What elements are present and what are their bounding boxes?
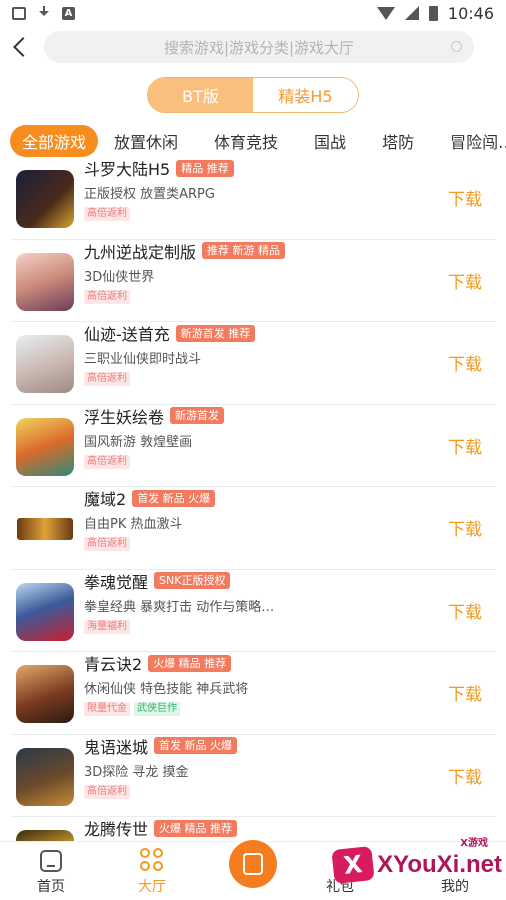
game-desc: 国风新游 敦煌壁画 bbox=[84, 434, 193, 450]
game-name: 龙腾传世 bbox=[84, 820, 149, 839]
image-notification-icon bbox=[12, 6, 26, 20]
game-tag: SNK正版授权 bbox=[154, 572, 231, 589]
game-tag: 火爆 精品 推荐 bbox=[148, 654, 232, 672]
bottom-nav: 首页 大厅 礼包 我的 X XYouXi.net X游戏 bbox=[0, 838, 506, 900]
nav-home[interactable]: 首页 bbox=[21, 850, 81, 896]
game-tag: 推荐 新游 精品 bbox=[202, 242, 286, 259]
game-icon-longteng bbox=[16, 830, 74, 841]
game-icon-jiuzhou bbox=[16, 252, 74, 311]
watermark: X XYouXi.net X游戏 bbox=[331, 838, 502, 884]
game-row[interactable]: 青云诀2 火爆 精品 推荐 休闲仙侠 特色技能 神兵武将 限量代金 武侠巨作 下… bbox=[10, 652, 496, 735]
game-desc: 正版授权 放置类ARPG bbox=[84, 187, 215, 202]
game-badge: 高倍返利 bbox=[84, 372, 130, 386]
download-button[interactable]: 下载 bbox=[448, 763, 482, 788]
game-icon-xianji bbox=[16, 335, 74, 393]
game-name: 仙迹-送首充 bbox=[84, 325, 170, 344]
game-name: 青云诀2 bbox=[84, 655, 143, 674]
wifi-icon bbox=[376, 6, 395, 20]
game-row[interactable]: 拳魂觉醒 SNK正版授权 拳皇经典 暴爽打击 动作与策略… 海量福利 下载 bbox=[10, 570, 496, 652]
version-toggle: BT版 精装H5 bbox=[147, 77, 359, 113]
game-name: 浮生妖绘卷 bbox=[84, 407, 165, 427]
download-button[interactable]: 下载 bbox=[448, 680, 482, 705]
game-badge: 海量福利 bbox=[84, 619, 130, 634]
game-tag: 火爆 精品 推荐 bbox=[154, 819, 238, 837]
download-button[interactable]: 下载 bbox=[448, 598, 482, 623]
game-icon-moyu bbox=[16, 500, 74, 558]
game-badge: 高倍返利 bbox=[84, 454, 130, 469]
game-desc: 拳皇经典 暴爽打击 动作与策略… bbox=[84, 599, 275, 615]
category-tab-adventure[interactable]: 冒险闯… bbox=[438, 125, 506, 157]
download-button[interactable]: 下载 bbox=[448, 433, 482, 458]
game-name: 拳魂觉醒 bbox=[84, 572, 149, 592]
download-button[interactable]: 下载 bbox=[448, 350, 482, 375]
game-name: 九州逆战定制版 bbox=[84, 242, 197, 262]
game-row[interactable]: 浮生妖绘卷 新游首发 国风新游 敦煌壁画 高倍返利 下载 bbox=[10, 405, 496, 487]
game-badge: 高倍返利 bbox=[84, 537, 130, 551]
download-button[interactable]: 下载 bbox=[448, 268, 482, 293]
download-button[interactable]: 下载 bbox=[448, 515, 482, 540]
game-list: 斗罗大陆H5 精品 推荐 正版授权 放置类ARPG 高倍返利 下载 九州逆战定制… bbox=[0, 157, 506, 841]
nav-hall[interactable]: 大厅 bbox=[122, 848, 182, 896]
game-desc: 3D仙侠世界 bbox=[84, 269, 155, 285]
game-row[interactable]: 仙迹-送首充 新游首发 推荐 三职业仙侠即时战斗 高倍返利 下载 bbox=[10, 322, 496, 405]
search-clear-icon[interactable] bbox=[451, 41, 462, 52]
nav-home-label: 首页 bbox=[37, 879, 65, 895]
game-row[interactable]: 魔域2 首发 新品 火爆 自由PK 热血激斗 高倍返利 下载 bbox=[10, 487, 496, 570]
game-tag: 新游首发 推荐 bbox=[175, 324, 256, 342]
game-tag: 首发 新品 火爆 bbox=[154, 737, 238, 754]
battery-icon bbox=[428, 5, 438, 21]
category-tab-war[interactable]: 国战 bbox=[302, 125, 358, 157]
category-tab-idle[interactable]: 放置休闲 bbox=[102, 125, 190, 157]
category-tabs: 全部游戏 放置休闲 体育竞技 国战 塔防 冒险闯… bbox=[0, 123, 506, 159]
game-name: 鬼语迷城 bbox=[84, 737, 149, 757]
game-row[interactable]: 九州逆战定制版 推荐 新游 精品 3D仙侠世界 高倍返利 下载 bbox=[10, 240, 496, 322]
nav-hall-label: 大厅 bbox=[138, 879, 166, 895]
game-row[interactable]: 斗罗大陆H5 精品 推荐 正版授权 放置类ARPG 高倍返利 下载 bbox=[10, 157, 496, 240]
signal-icon bbox=[404, 6, 419, 20]
grid-icon bbox=[140, 848, 164, 872]
watermark-text: XYouXi.net bbox=[377, 851, 502, 878]
coin-center-button[interactable] bbox=[229, 840, 277, 888]
game-tag: 精品 推荐 bbox=[176, 159, 234, 177]
tab-bt-version[interactable]: BT版 bbox=[148, 78, 253, 112]
home-icon bbox=[40, 850, 62, 872]
category-tab-sports[interactable]: 体育竞技 bbox=[202, 125, 290, 157]
game-icon-qingyun bbox=[16, 665, 74, 723]
game-icon-quanhun bbox=[16, 582, 74, 641]
game-badge: 限量代金 bbox=[84, 702, 130, 716]
game-badge: 武侠巨作 bbox=[134, 702, 180, 716]
download-notification-icon bbox=[38, 6, 50, 20]
app-notification-icon: A bbox=[62, 6, 75, 20]
game-row[interactable]: 鬼语迷城 首发 新品 火爆 3D探险 寻龙 摸金 高倍返利 下载 bbox=[10, 735, 496, 817]
search-placeholder: 搜索游戏|游戏分类|游戏大厅 bbox=[163, 38, 355, 57]
game-badge: 高倍返利 bbox=[84, 207, 130, 221]
game-name: 魔域2 bbox=[84, 490, 127, 509]
game-desc: 三职业仙侠即时战斗 bbox=[84, 352, 202, 367]
game-icon-guiyu bbox=[16, 747, 74, 806]
tab-h5-version[interactable]: 精装H5 bbox=[253, 78, 358, 112]
status-bar: A 10:46 bbox=[0, 0, 506, 26]
back-arrow-icon[interactable] bbox=[10, 32, 32, 62]
download-button[interactable]: 下载 bbox=[448, 185, 482, 210]
category-tab-tower[interactable]: 塔防 bbox=[370, 125, 426, 157]
game-row[interactable]: 龙腾传世 火爆 精品 推荐 bbox=[10, 817, 496, 841]
game-desc: 休闲仙侠 特色技能 神兵武将 bbox=[84, 682, 249, 697]
game-badge: 高倍返利 bbox=[84, 289, 130, 304]
category-tab-all[interactable]: 全部游戏 bbox=[10, 125, 99, 157]
game-desc: 3D探险 寻龙 摸金 bbox=[84, 764, 189, 780]
game-tag: 新游首发 bbox=[170, 407, 225, 424]
watermark-logo: X bbox=[331, 846, 375, 884]
status-time: 10:46 bbox=[447, 3, 494, 23]
game-name: 斗罗大陆H5 bbox=[84, 160, 171, 179]
game-icon-douluo bbox=[16, 170, 74, 228]
search-header: 搜索游戏|游戏分类|游戏大厅 bbox=[0, 26, 506, 68]
watermark-subtext: X游戏 bbox=[460, 838, 488, 849]
game-tag: 首发 新品 火爆 bbox=[132, 489, 216, 507]
search-input[interactable]: 搜索游戏|游戏分类|游戏大厅 bbox=[44, 31, 474, 63]
game-icon-fusheng bbox=[16, 417, 74, 476]
game-badge: 高倍返利 bbox=[84, 784, 130, 799]
coin-stack-icon bbox=[243, 853, 263, 875]
game-desc: 自由PK 热血激斗 bbox=[84, 517, 183, 532]
